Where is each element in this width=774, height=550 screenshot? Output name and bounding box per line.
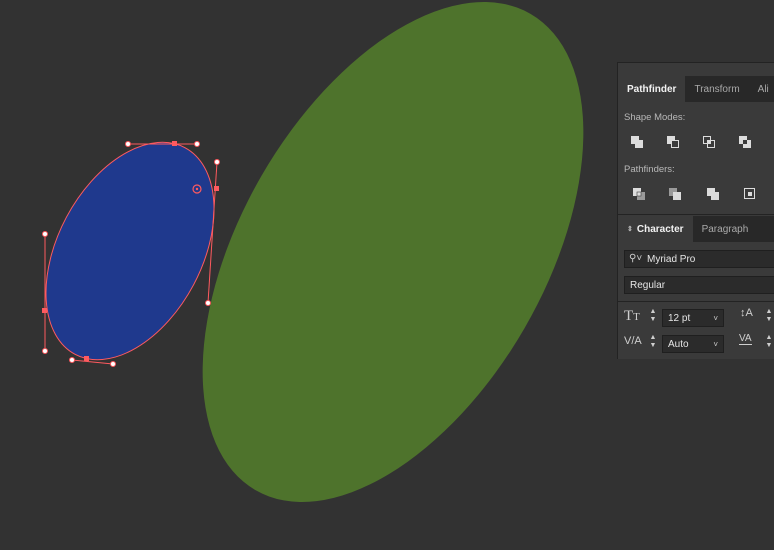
panel-divider	[618, 214, 774, 215]
font-family-value: Myriad Pro	[647, 253, 696, 265]
shape-modes-row	[618, 133, 774, 153]
chevron-down-icon[interactable]: ˅	[713, 314, 718, 323]
tab-transform[interactable]: Transform	[685, 76, 748, 102]
panel-dock: Pathfinder Transform Ali Shape Modes: Pa…	[617, 62, 774, 359]
character-tabbar: ⇕ Character Paragraph	[618, 216, 774, 242]
trim-icon[interactable]	[666, 185, 684, 203]
panel-divider	[618, 301, 774, 302]
shape-modes-label: Shape Modes:	[624, 112, 686, 123]
kerning-value: Auto	[668, 338, 689, 350]
font-style-field[interactable]: Regular	[624, 276, 774, 294]
leading-stepper[interactable]: ▲ ▼	[764, 308, 774, 326]
tracking-stepper[interactable]: ▲ ▼	[764, 334, 774, 352]
font-size-icon: TT	[624, 308, 640, 324]
pathfinder-tabbar: Pathfinder Transform Ali	[618, 76, 774, 102]
tab-paragraph[interactable]: Paragraph	[693, 216, 758, 242]
crop-icon[interactable]	[741, 185, 759, 203]
font-size-value: 12 pt	[668, 312, 691, 324]
kerning-stepper[interactable]: ▲ ▼	[648, 334, 658, 352]
kerning-field[interactable]: Auto ˅	[662, 335, 724, 353]
tab-align[interactable]: Ali	[749, 76, 774, 102]
tab-character[interactable]: ⇕ Character	[618, 216, 693, 242]
green-ellipse-shape[interactable]	[124, 0, 662, 550]
pathfinders-row	[618, 185, 774, 205]
tab-pathfinder[interactable]: Pathfinder	[618, 76, 686, 102]
divide-icon[interactable]	[630, 185, 648, 203]
pathfinders-label: Pathfinders:	[624, 164, 675, 175]
collapse-arrows-icon: ⇕	[627, 226, 633, 233]
exclude-icon[interactable]	[736, 133, 754, 151]
merge-icon[interactable]	[704, 185, 722, 203]
intersect-icon[interactable]	[700, 133, 718, 151]
font-size-field[interactable]: 12 pt ˅	[662, 309, 724, 327]
unite-icon[interactable]	[628, 133, 646, 151]
font-search-icon: ⚲˅	[629, 253, 643, 264]
font-size-stepper[interactable]: ▲ ▼	[648, 308, 658, 326]
tracking-icon: VA	[739, 333, 752, 345]
font-family-field[interactable]: ⚲˅ Myriad Pro	[624, 250, 774, 268]
kerning-icon: V/A	[624, 335, 642, 347]
tab-character-label: Character	[636, 223, 684, 235]
minus-front-icon[interactable]	[664, 133, 682, 151]
chevron-down-icon[interactable]: ˅	[713, 340, 718, 349]
font-style-value: Regular	[630, 279, 666, 291]
leading-icon: ↕A	[740, 307, 753, 319]
